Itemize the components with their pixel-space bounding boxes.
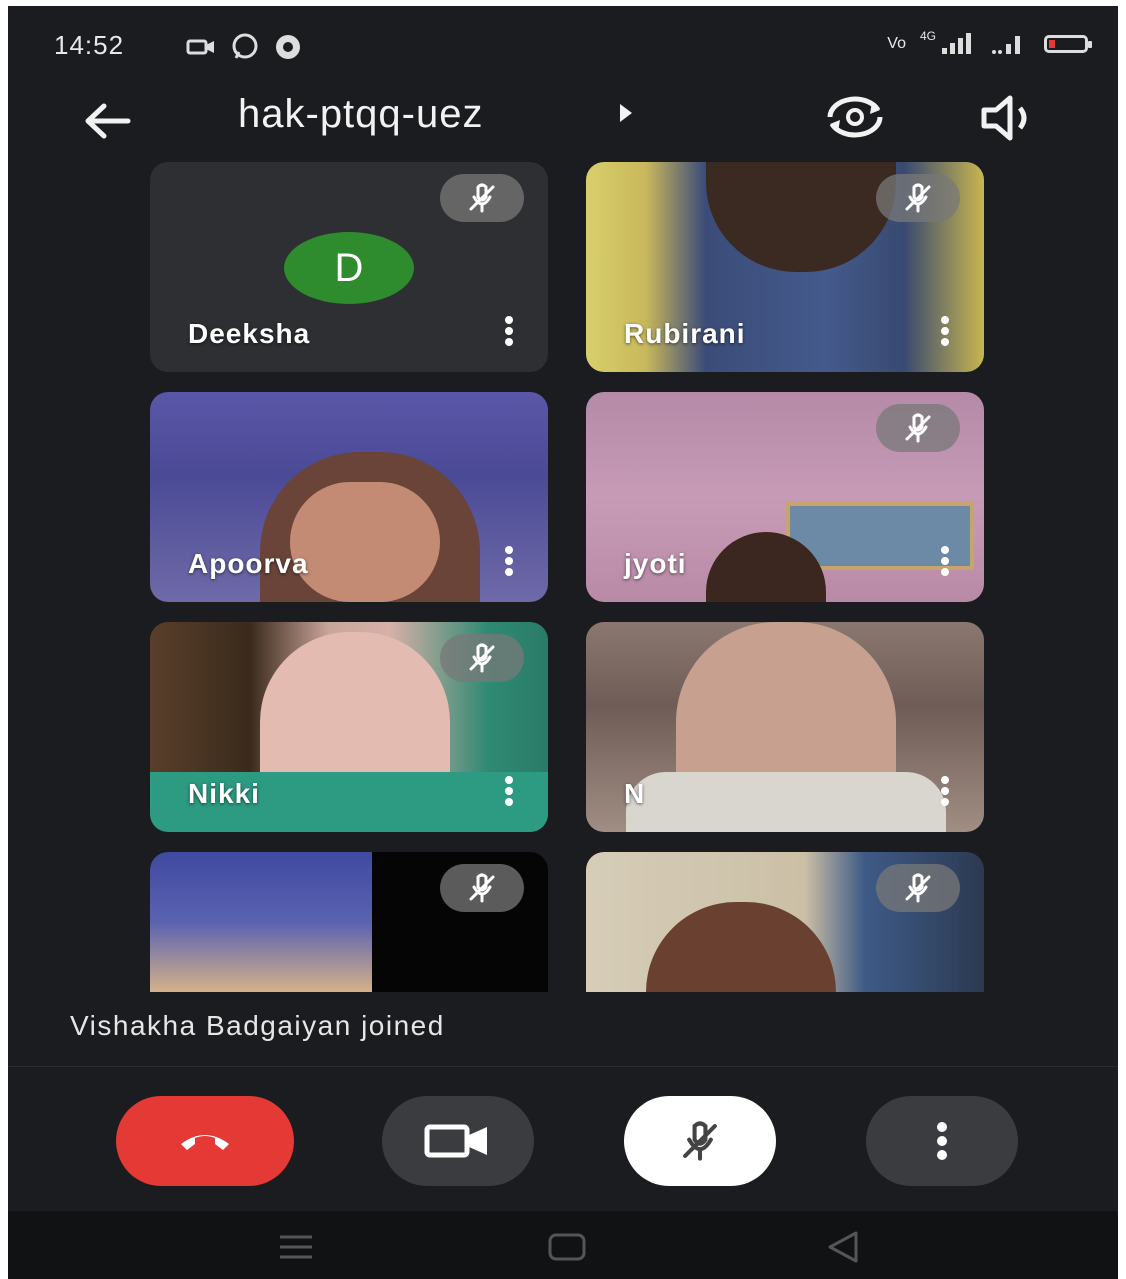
participant-tile[interactable]: Rubirani	[586, 162, 984, 372]
divider	[8, 1066, 1118, 1067]
more-vert-icon	[937, 1122, 947, 1160]
mic-off-icon	[876, 404, 960, 452]
back-icon[interactable]	[824, 1229, 864, 1265]
network-type-label: 4G	[919, 29, 936, 43]
mic-off-icon	[683, 1121, 717, 1161]
more-options-button[interactable]	[866, 1096, 1018, 1186]
video-feed-face	[290, 482, 440, 602]
participant-tile[interactable]: jyoti	[586, 392, 984, 602]
participant-name: N	[624, 778, 646, 809]
mic-off-icon	[440, 864, 524, 912]
status-bar: 14:52 Vo 4G	[8, 6, 1118, 86]
mic-toggle-button[interactable]	[624, 1096, 776, 1186]
back-arrow-icon[interactable]	[78, 96, 138, 146]
participant-tile[interactable]: D Deeksha	[150, 162, 548, 372]
menu-icon[interactable]	[276, 1229, 316, 1265]
battery-icon	[1044, 35, 1092, 53]
end-call-icon	[181, 1135, 229, 1150]
mic-off-icon	[876, 864, 960, 912]
avatar: D	[284, 232, 414, 304]
speaker-icon[interactable]	[976, 92, 1042, 144]
end-call-button[interactable]	[116, 1096, 294, 1186]
participant-tile[interactable]: Apoorva	[150, 392, 548, 602]
system-nav-bar	[8, 1211, 1118, 1279]
join-notification: Vishakha Badgaiyan joined	[70, 1010, 445, 1041]
mic-off-icon	[876, 174, 960, 222]
participant-tile[interactable]: Nikki	[150, 622, 548, 832]
participant-name: jyoti	[624, 548, 687, 579]
more-vert-icon[interactable]	[938, 544, 952, 580]
participant-tile[interactable]	[150, 852, 548, 992]
participant-name: Apoorva	[188, 548, 309, 579]
video-feed	[150, 852, 372, 992]
participant-name: Deeksha	[188, 318, 311, 349]
video-feed-clothing	[626, 772, 946, 832]
more-vert-icon[interactable]	[502, 774, 516, 810]
mic-off-icon	[440, 174, 524, 222]
home-icon[interactable]	[546, 1229, 588, 1265]
status-icons-right: Vo 4G	[887, 29, 1092, 56]
participant-tile[interactable]: N	[586, 622, 984, 832]
meet-screen: 14:52 Vo 4G hak-ptqq-uez D Deeksha Rubir…	[8, 6, 1118, 1279]
signal-icon	[942, 33, 971, 54]
more-vert-icon[interactable]	[502, 314, 516, 350]
volte-label: Vo	[887, 35, 906, 52]
status-time: 14:52	[54, 30, 125, 60]
participant-tile[interactable]	[586, 852, 984, 992]
participant-name: Nikki	[188, 778, 260, 809]
switch-camera-icon[interactable]	[820, 90, 890, 144]
signal-icon	[992, 36, 1020, 54]
more-vert-icon[interactable]	[938, 774, 952, 810]
video-icon	[186, 39, 214, 55]
participant-name: Rubirani	[624, 318, 746, 349]
caret-right-icon[interactable]	[618, 102, 634, 124]
status-icons-left	[186, 32, 302, 62]
meeting-code[interactable]: hak-ptqq-uez	[238, 92, 483, 137]
whatsapp-icon	[232, 33, 258, 59]
meeting-top-bar: hak-ptqq-uez	[8, 86, 1118, 156]
more-vert-icon[interactable]	[502, 544, 516, 580]
mic-off-icon	[440, 634, 524, 682]
more-vert-icon[interactable]	[938, 314, 952, 350]
video-toggle-button[interactable]	[382, 1096, 534, 1186]
video-camera-icon	[424, 1124, 487, 1158]
app-icon	[276, 35, 300, 59]
